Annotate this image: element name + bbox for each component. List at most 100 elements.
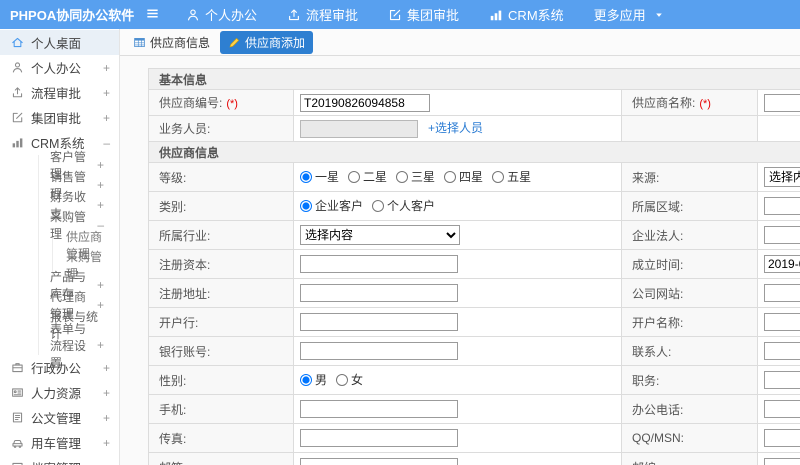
field-cell-account-name — [756, 307, 800, 337]
topbar-menu-crm-system[interactable]: CRM系统 — [489, 5, 564, 24]
category-option-0[interactable]: 企业客户 — [300, 197, 363, 214]
company-website-input[interactable] — [764, 284, 800, 302]
position-input[interactable] — [764, 371, 800, 389]
sidebar-item-personal-desktop[interactable]: 个人桌面 — [0, 30, 119, 55]
field-cell-company-website — [756, 278, 800, 308]
hamburger-icon — [145, 6, 160, 21]
field-cell-gender: 男女 — [293, 365, 622, 395]
sidebar-item-personal-office[interactable]: 个人办公 + — [0, 55, 119, 80]
field-label-supplier-name: 供应商名称: (*) — [621, 89, 758, 116]
topbar-menu-personal-office[interactable]: 个人办公 — [186, 5, 257, 24]
expand-plus-icon[interactable]: + — [97, 198, 104, 212]
field-label-staff: 业务人员: — [148, 115, 294, 142]
expand-plus-icon[interactable]: + — [103, 361, 110, 375]
topbar-menu-process-approval[interactable]: 流程审批 — [287, 5, 358, 24]
field-label-text: 等级: — [159, 170, 187, 185]
level-radio[interactable] — [396, 170, 409, 183]
topbar-menu-group-approval[interactable]: 集团审批 — [388, 5, 459, 24]
tab-supplier-info[interactable]: 供应商信息 — [133, 34, 210, 51]
field-label-text: 邮编: — [632, 461, 659, 465]
expand-plus-icon[interactable]: + — [103, 411, 110, 425]
supplier-name-input[interactable] — [764, 93, 800, 112]
region-input[interactable] — [764, 197, 800, 215]
postcode-input[interactable] — [764, 458, 800, 465]
topbar-menu-more-apps[interactable]: 更多应用 — [594, 5, 664, 24]
expand-plus-icon[interactable]: + — [97, 158, 104, 172]
level-radio[interactable] — [348, 170, 361, 183]
expand-plus-icon[interactable]: + — [97, 178, 104, 192]
category-radio[interactable] — [300, 199, 312, 212]
upload-icon — [287, 8, 301, 22]
form-row: 类别: 企业客户 个人客户 所属区域: — [148, 191, 800, 221]
edit-icon — [11, 111, 24, 124]
field-label-legal-person: 企业法人: — [621, 220, 758, 250]
registered-capital-input[interactable] — [300, 255, 458, 273]
expand-plus-icon[interactable]: + — [103, 436, 110, 450]
email-input[interactable] — [300, 458, 458, 465]
bank-branch-input[interactable] — [300, 313, 458, 331]
collapse-minus-icon[interactable]: – — [103, 136, 110, 150]
table-icon — [133, 36, 146, 49]
field-label-position: 职务: — [621, 365, 758, 395]
sidebar-item-vehicle-management[interactable]: 用车管理 + — [0, 430, 119, 455]
level-option-3[interactable]: 四星 — [444, 168, 483, 185]
gender-radio[interactable] — [300, 373, 312, 386]
expand-plus-icon[interactable]: + — [103, 86, 110, 100]
expand-plus-icon[interactable]: + — [97, 338, 104, 352]
level-option-4[interactable]: 五星 — [492, 168, 531, 185]
source-select[interactable]: 选择内容 — [764, 167, 800, 187]
sidebar-item-form-process-settings[interactable]: 表单与流程设置 + — [39, 322, 119, 370]
registered-address-input[interactable] — [300, 284, 458, 302]
gender-option-0[interactable]: 男 — [300, 371, 327, 388]
expand-plus-icon[interactable]: + — [97, 278, 104, 292]
field-label-text: 成立时间: — [632, 257, 684, 272]
idcard-icon — [11, 386, 24, 399]
sidebar-item-document-management[interactable]: 公文管理 + — [0, 405, 119, 430]
hamburger-menu-button[interactable] — [145, 6, 160, 24]
select-staff-link[interactable]: +选择人员 — [428, 121, 483, 135]
account-name-input[interactable] — [764, 313, 800, 331]
topbar-menu-label: 个人办公 — [205, 8, 258, 23]
tab-supplier-add[interactable]: 供应商添加 — [220, 30, 314, 54]
category-radio[interactable] — [372, 199, 385, 212]
bank-account-input[interactable] — [300, 342, 458, 360]
gender-option-1[interactable]: 女 — [336, 371, 363, 388]
level-radio[interactable] — [300, 170, 312, 183]
qq-msn-input[interactable] — [764, 429, 800, 447]
expand-plus-icon[interactable]: + — [103, 461, 110, 465]
sidebar-item-archive-management[interactable]: 档案管理 + — [0, 455, 119, 465]
field-cell-fax — [293, 423, 622, 453]
field-label-category: 类别: — [148, 191, 294, 221]
category-option-1[interactable]: 个人客户 — [372, 197, 435, 214]
sidebar-item-human-resources[interactable]: 人力资源 + — [0, 380, 119, 405]
supplier-code-input[interactable] — [300, 93, 430, 112]
sidebar-item-admin-office[interactable]: 行政办公 + — [0, 355, 119, 380]
contact-person-input[interactable] — [764, 342, 800, 360]
legal-person-input[interactable] — [764, 226, 800, 244]
expand-plus-icon[interactable]: + — [103, 111, 110, 125]
staff-input[interactable] — [300, 119, 418, 138]
level-option-0[interactable]: 一星 — [300, 168, 339, 185]
mobile-input[interactable] — [300, 400, 458, 418]
field-label-text: 联系人: — [632, 344, 672, 359]
fax-input[interactable] — [300, 429, 458, 447]
field-label-text: 所属区域: — [632, 199, 684, 214]
industry-select[interactable]: 选择内容 — [300, 225, 460, 245]
expand-plus-icon[interactable]: + — [103, 61, 110, 75]
level-option-2[interactable]: 三星 — [396, 168, 435, 185]
field-label-text: 传真: — [159, 431, 187, 446]
field-label-text: 开户行: — [159, 315, 199, 330]
sidebar-item-group-approval[interactable]: 集团审批 + — [0, 105, 119, 130]
level-radio[interactable] — [444, 170, 457, 183]
gender-radio[interactable] — [336, 373, 349, 386]
field-label-bank-branch: 开户行: — [148, 307, 294, 337]
expand-plus-icon[interactable]: + — [103, 386, 110, 400]
form-row: 手机: 办公电话: — [148, 394, 800, 424]
caret-down-icon — [654, 10, 664, 20]
level-radio[interactable] — [492, 170, 505, 183]
level-option-1[interactable]: 二星 — [348, 168, 387, 185]
office-phone-input[interactable] — [764, 400, 800, 418]
field-label-office-phone: 办公电话: — [621, 394, 758, 424]
established-date-input[interactable] — [764, 255, 800, 273]
sidebar-item-process-approval[interactable]: 流程审批 + — [0, 80, 119, 105]
